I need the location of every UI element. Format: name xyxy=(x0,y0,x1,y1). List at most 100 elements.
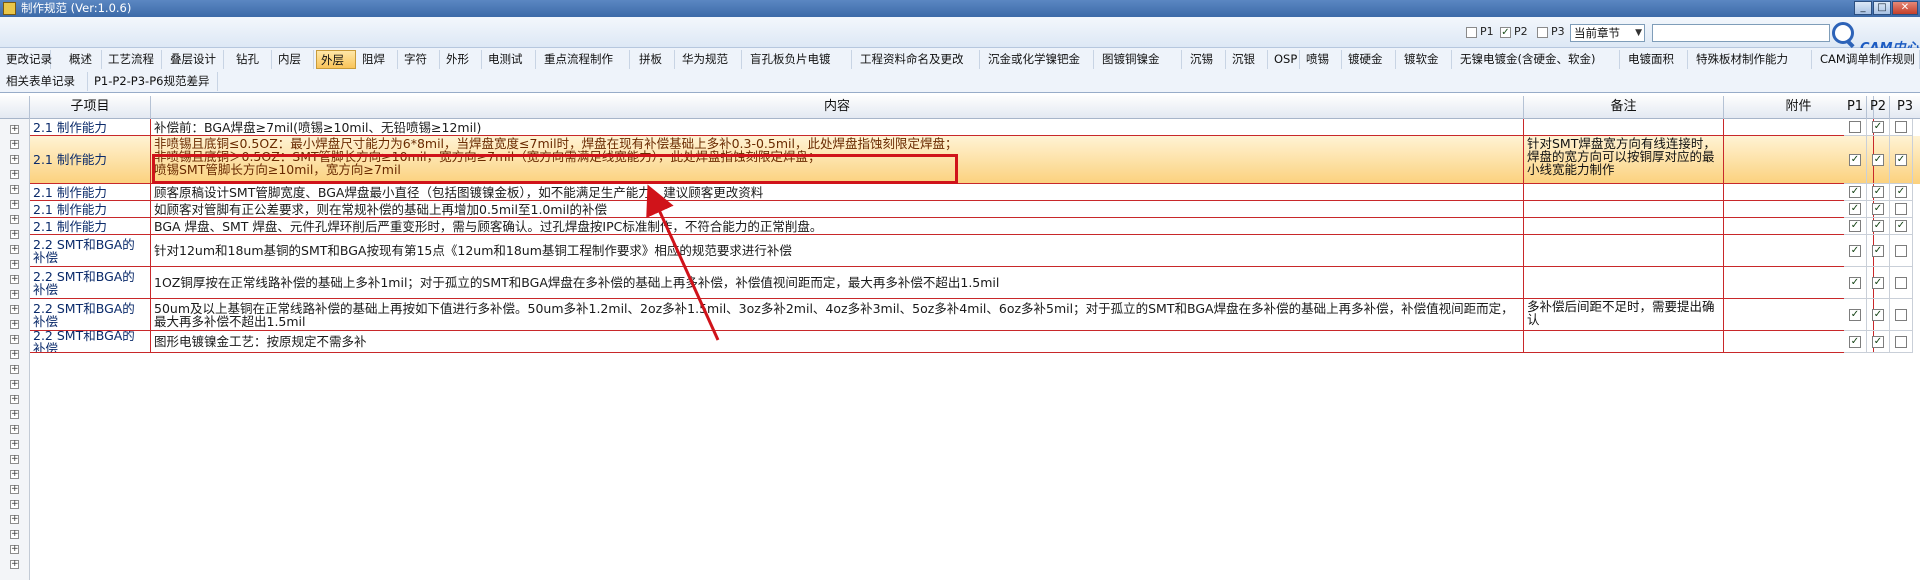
tab-12[interactable]: 重点流程制作 xyxy=(540,50,630,69)
table-row[interactable]: 2.1 制作能力 补偿前：BGA焊盘≥7mil(喷锡≥10mil、无铅喷锡≥12m… xyxy=(30,119,1920,136)
row-p1-checkbox[interactable]: ✓ xyxy=(1849,220,1861,232)
tab-2[interactable]: 概述 xyxy=(65,50,102,69)
row-expand-icon[interactable]: + xyxy=(10,545,19,554)
row-p2-checkbox[interactable]: ✓ xyxy=(1872,335,1884,348)
row-p1-checkbox[interactable]: ✓ xyxy=(1849,308,1861,321)
row-p1-checkbox[interactable]: ✓ xyxy=(1849,276,1861,289)
search-icon[interactable] xyxy=(1832,22,1854,44)
row-p3-checkbox[interactable] xyxy=(1895,308,1907,321)
row-p3-checkbox[interactable] xyxy=(1895,335,1907,348)
maximize-button[interactable]: □ xyxy=(1873,1,1891,15)
tab-16[interactable]: 工程资料命名及更改 xyxy=(856,50,980,69)
row-expand-icon[interactable]: + xyxy=(10,260,19,269)
row-expand-icon[interactable]: + xyxy=(10,350,19,359)
tab-6[interactable]: 内层 xyxy=(274,50,314,69)
header-sub[interactable]: 子项目 xyxy=(30,96,151,119)
filter-p1-checkbox[interactable] xyxy=(1466,27,1477,38)
tab-9[interactable]: 字符 xyxy=(400,50,440,69)
row-p1-checkbox[interactable]: ✓ xyxy=(1849,186,1861,198)
row-expand-icon[interactable]: + xyxy=(10,440,19,449)
row-p2-checkbox[interactable]: ✓ xyxy=(1872,276,1884,289)
row-p1-checkbox[interactable]: ✓ xyxy=(1849,335,1861,348)
tab-8[interactable]: 阻焊 xyxy=(358,50,398,69)
row-expand-icon[interactable]: + xyxy=(10,410,19,419)
row-expand-icon[interactable]: + xyxy=(10,560,19,569)
row-p1-checkbox[interactable]: ✓ xyxy=(1849,244,1861,257)
header-p3[interactable]: P3 xyxy=(1890,96,1920,119)
tab-21[interactable]: OSP xyxy=(1270,50,1300,69)
tab-14[interactable]: 华为规范 xyxy=(678,50,742,69)
row-p3-checkbox[interactable]: ✓ xyxy=(1895,186,1907,198)
row-expand-icon[interactable]: + xyxy=(10,455,19,464)
row-p3-checkbox[interactable]: ✓ xyxy=(1895,220,1907,232)
row-p3-checkbox[interactable]: ✓ xyxy=(1895,153,1907,166)
row-expand-icon[interactable]: + xyxy=(10,305,19,314)
row-expand-icon[interactable]: + xyxy=(10,335,19,344)
row-p2-checkbox[interactable]: ✓ xyxy=(1872,220,1884,232)
row-p2-checkbox[interactable]: ✓ xyxy=(1872,308,1884,321)
row-expand-icon[interactable]: + xyxy=(10,125,19,134)
tab-15[interactable]: 盲孔板负片电镀 xyxy=(746,50,852,69)
filter-p2-checkbox[interactable]: ✓ xyxy=(1500,27,1511,38)
row-expand-icon[interactable]: + xyxy=(10,170,19,179)
table-row[interactable]: 2.2 SMT和BGA的补偿 50um及以上基铜在正常线路补偿的基础上再按如下值进… xyxy=(30,299,1920,331)
row-expand-icon[interactable]: + xyxy=(10,140,19,149)
tab-5[interactable]: 钻孔 xyxy=(232,50,272,69)
tab-3[interactable]: 工艺流程 xyxy=(104,50,162,69)
row-expand-icon[interactable]: + xyxy=(10,470,19,479)
header-p2[interactable]: P2 xyxy=(1867,96,1890,119)
search-input[interactable] xyxy=(1652,24,1830,42)
row-expand-icon[interactable]: + xyxy=(10,200,19,209)
row-p3-checkbox[interactable] xyxy=(1895,121,1907,133)
tab-28[interactable]: CAM调单制作规则 xyxy=(1816,50,1920,69)
close-button[interactable]: ✕ xyxy=(1892,1,1918,15)
tab-17[interactable]: 沉金或化学镍钯金 xyxy=(984,50,1094,69)
header-content[interactable]: 内容 xyxy=(151,96,1524,119)
table-row[interactable]: 2.2 SMT和BGA的补偿 1OZ铜厚按在正常线路补偿的基础上多补1mil；对于… xyxy=(30,267,1920,299)
row-expand-icon[interactable]: + xyxy=(10,500,19,509)
table-row[interactable]: 2.2 SMT和BGA的补偿 针对12um和18um基铜的SMT和BGA按现有第1… xyxy=(30,235,1920,267)
minimize-button[interactable]: _ xyxy=(1854,1,1872,15)
table-row[interactable]: 2.2 SMT和BGA的补偿 图形电镀镍金工艺：按原规定不需多补 ✓ ✓ xyxy=(30,331,1920,353)
tab-11[interactable]: 电测试 xyxy=(484,50,536,69)
row-p2-checkbox[interactable]: ✓ xyxy=(1872,244,1884,257)
row-expand-icon[interactable]: + xyxy=(10,365,19,374)
tab-4[interactable]: 叠层设计 xyxy=(166,50,224,69)
tab-26[interactable]: 电镀面积 xyxy=(1624,50,1688,69)
tab-22[interactable]: 喷锡 xyxy=(1302,50,1342,69)
chapter-select[interactable]: 当前章节 ▼ xyxy=(1570,24,1645,42)
row-p2-checkbox[interactable]: ✓ xyxy=(1872,203,1884,215)
tab-23[interactable]: 镀硬金 xyxy=(1344,50,1396,69)
row-expand-icon[interactable]: + xyxy=(10,275,19,284)
row-p1-checkbox[interactable] xyxy=(1849,121,1861,133)
table-row[interactable]: 2.1 制作能力 如顾客对管脚有正公差要求，则在常规补偿的基础上再增加0.5mil… xyxy=(30,201,1920,218)
table-row[interactable]: 2.1 制作能力 BGA 焊盘、SMT 焊盘、元件孔焊环削后严重变形时，需与顾客确… xyxy=(30,218,1920,235)
header-p1[interactable]: P1 xyxy=(1844,96,1867,119)
row-p3-checkbox[interactable] xyxy=(1895,203,1907,215)
row-expand-icon[interactable]: + xyxy=(10,530,19,539)
row-expand-icon[interactable]: + xyxy=(10,290,19,299)
tab-13[interactable]: 拼板 xyxy=(635,50,675,69)
row-expand-icon[interactable]: + xyxy=(10,155,19,164)
row-expand-icon[interactable]: + xyxy=(10,230,19,239)
row-expand-icon[interactable]: + xyxy=(10,320,19,329)
row-p2-checkbox[interactable]: ✓ xyxy=(1872,153,1884,166)
row-expand-icon[interactable]: + xyxy=(10,380,19,389)
row-expand-icon[interactable]: + xyxy=(10,425,19,434)
tab-24[interactable]: 镀软金 xyxy=(1400,50,1452,69)
row-expand-icon[interactable]: + xyxy=(10,185,19,194)
row-p1-checkbox[interactable]: ✓ xyxy=(1849,153,1861,166)
row-expand-icon[interactable]: + xyxy=(10,245,19,254)
row-expand-icon[interactable]: + xyxy=(10,515,19,524)
row-expand-icon[interactable]: + xyxy=(10,215,19,224)
row-p1-checkbox[interactable]: ✓ xyxy=(1849,203,1861,215)
tab-25[interactable]: 无镍电镀金(含硬金、软金) xyxy=(1456,50,1620,69)
row-p3-checkbox[interactable] xyxy=(1895,276,1907,289)
tab-secondary-1[interactable]: 相关表单记录 xyxy=(2,72,88,91)
tab-18[interactable]: 图镀铜镍金 xyxy=(1098,50,1182,69)
row-p3-checkbox[interactable] xyxy=(1895,244,1907,257)
header-note[interactable]: 备注 xyxy=(1524,96,1724,119)
filter-p3-checkbox[interactable] xyxy=(1537,27,1548,38)
row-expand-icon[interactable]: + xyxy=(10,395,19,404)
tab-19[interactable]: 沉锡 xyxy=(1186,50,1226,69)
